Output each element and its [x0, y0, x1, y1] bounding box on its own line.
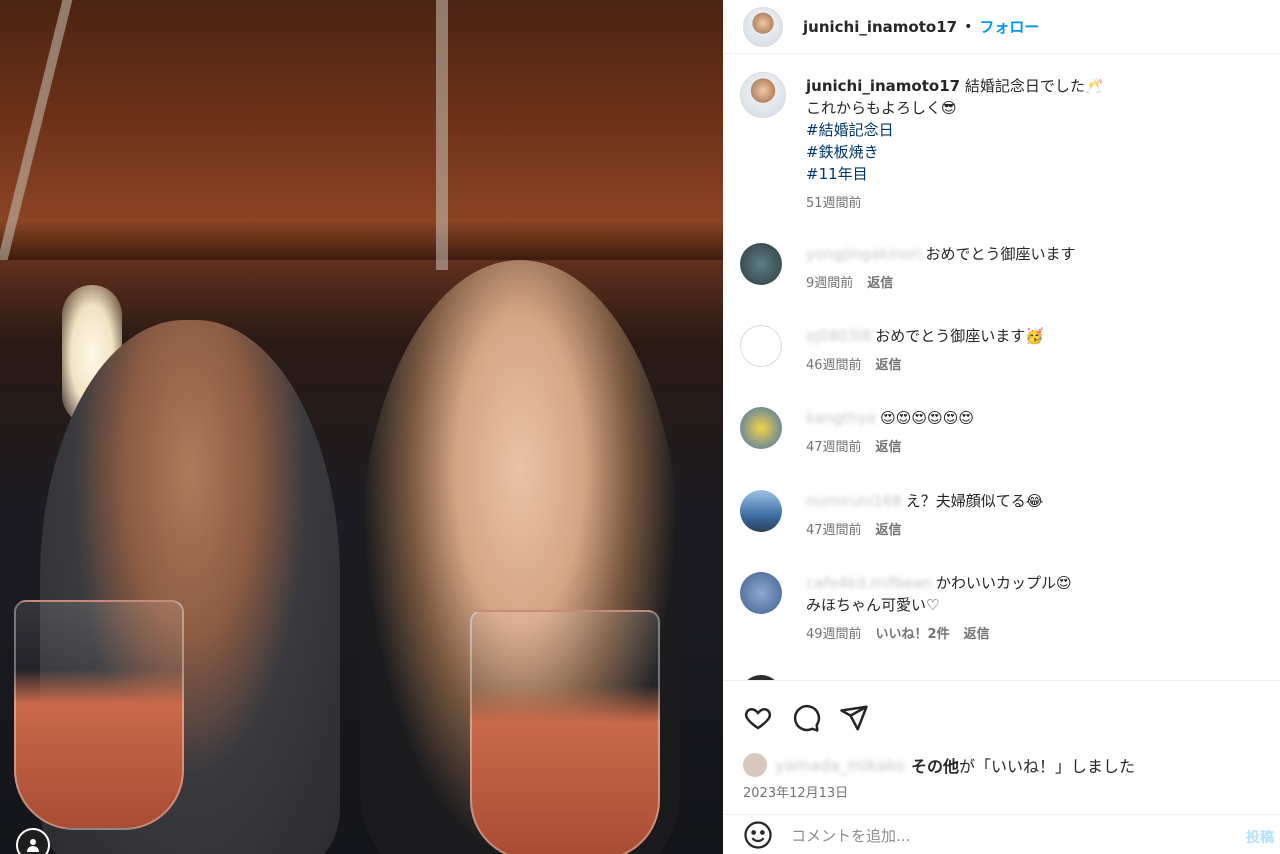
comment-text: おめでとう御座います🥳 — [875, 327, 1044, 345]
commenter-avatar[interactable] — [740, 325, 782, 367]
comment-timestamp: 47週間前 — [806, 523, 862, 538]
reply-button[interactable]: 返信 — [876, 358, 902, 373]
header-separator: • — [964, 18, 973, 35]
share-icon[interactable] — [839, 703, 869, 733]
comment-timestamp: 46週間前 — [806, 358, 862, 373]
caption-username[interactable]: junichi_inamoto17 — [806, 77, 960, 95]
follow-button[interactable]: フォロー — [979, 16, 1039, 37]
commenter-avatar[interactable] — [740, 243, 782, 285]
comment-timestamp: 9週間前 — [806, 276, 854, 291]
comment-icon[interactable] — [791, 703, 821, 733]
commenter-avatar[interactable] — [740, 572, 782, 614]
photo-beam — [436, 0, 448, 270]
heart-icon[interactable] — [743, 703, 773, 733]
commenter-avatar[interactable] — [740, 490, 782, 532]
comment-text: かわいいカップル😍 — [935, 574, 1072, 592]
add-comment-bar: コメントを追加... 投稿 — [723, 814, 1280, 854]
author-avatar[interactable] — [743, 6, 783, 47]
post-side-panel: junichi_inamoto17 • フォロー junichi_inamoto… — [723, 0, 1280, 854]
liker-avatar[interactable] — [743, 753, 767, 777]
post-actions: yamada_mikako その他 が「いいね！」しました 2023年12月13… — [723, 680, 1280, 854]
post-date: 2023年12月13日 — [743, 786, 849, 801]
photo-wine-glass — [14, 600, 184, 830]
comment-text: おめでとう御座います — [925, 245, 1076, 263]
caption-body: junichi_inamoto17 結婚記念日でした🥂 これからもよろしく😎 #… — [806, 75, 1104, 215]
commenter-username[interactable]: cafe4kd.mifbean — [806, 572, 932, 594]
caption-line: これからもよろしく😎 — [806, 99, 957, 117]
user-tag-icon[interactable] — [16, 828, 50, 854]
emoji-icon[interactable] — [743, 820, 773, 850]
photo-wine-glass — [470, 610, 660, 854]
photo-ceiling — [0, 0, 723, 260]
liked-by: yamada_mikako その他 が「いいね！」しました — [743, 753, 1135, 777]
commenter-avatar[interactable] — [740, 407, 782, 449]
comment-text: え？夫婦顔似てる😂 — [905, 492, 1044, 510]
commenter-username[interactable]: numiruni168 — [806, 490, 902, 512]
reply-button[interactable]: 返信 — [964, 627, 990, 642]
reply-button[interactable]: 返信 — [876, 440, 902, 455]
hashtag-link[interactable]: #11年目 — [806, 163, 1104, 185]
post-photo[interactable] — [0, 0, 723, 854]
comment-input[interactable]: コメントを追加... — [791, 825, 910, 846]
caption-timestamp: 51週間前 — [806, 196, 862, 211]
comments-list[interactable]: junichi_inamoto17 結婚記念日でした🥂 これからもよろしく😎 #… — [723, 55, 1280, 680]
commenter-username[interactable]: kangthye — [806, 407, 876, 429]
commenter-username[interactable]: ej0803l8 — [806, 325, 871, 347]
comment-timestamp: 49週間前 — [806, 627, 862, 642]
comment-timestamp: 47週間前 — [806, 440, 862, 455]
commenter-username[interactable]: yongjingakinori — [806, 243, 922, 265]
comment-text: みほちゃん可愛い♡ — [806, 596, 940, 614]
hashtag-link[interactable]: #鉄板焼き — [806, 141, 1104, 163]
action-icons — [743, 703, 869, 733]
post-header: junichi_inamoto17 • フォロー — [723, 0, 1280, 54]
reply-button[interactable]: 返信 — [876, 523, 902, 538]
comment-text: 😍😍😍😍😍😍 — [880, 409, 974, 427]
caption-avatar[interactable] — [740, 72, 786, 118]
liked-by-others[interactable]: その他 — [911, 753, 959, 777]
post-comment-button[interactable]: 投稿 — [1246, 827, 1274, 847]
liker-username[interactable]: yamada_mikako — [775, 756, 905, 775]
hashtag-link[interactable]: #結婚記念日 — [806, 119, 1104, 141]
author-username[interactable]: junichi_inamoto17 — [803, 18, 957, 36]
comment-likes-count[interactable]: いいね！2件 — [876, 627, 950, 642]
reply-button[interactable]: 返信 — [867, 276, 893, 291]
caption-line: 結婚記念日でした🥂 — [964, 77, 1104, 95]
liked-by-suffix: が「いいね！」しました — [958, 757, 1135, 776]
